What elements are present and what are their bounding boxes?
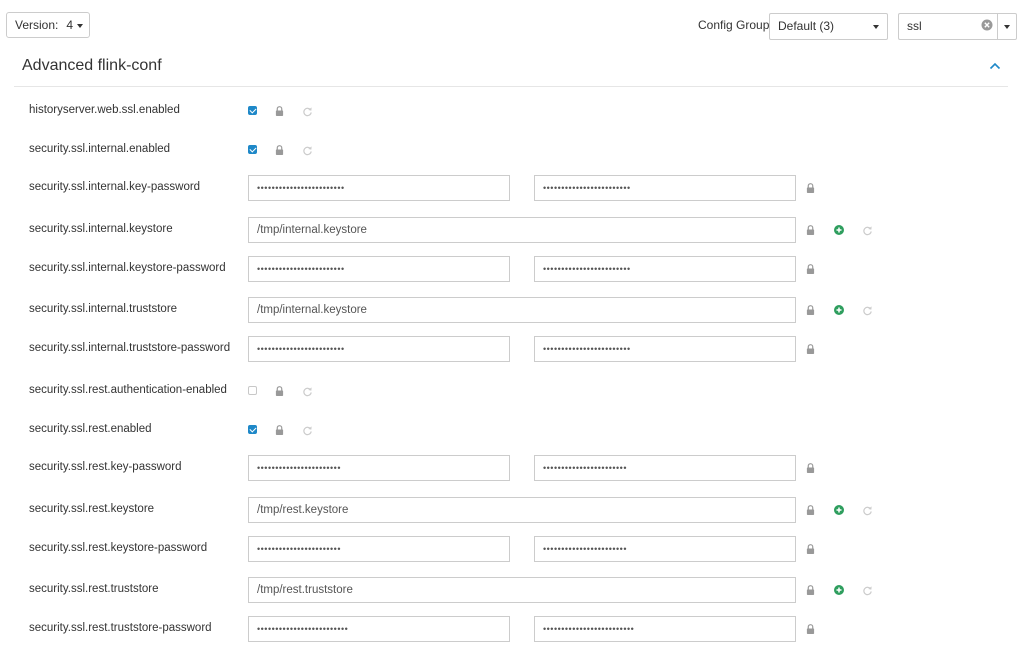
password-input[interactable]: ••••••••••••••••••••••• <box>248 455 510 481</box>
lock-icon[interactable] <box>806 225 815 235</box>
password-confirm-input[interactable]: •••••••••••••••••••••••• <box>534 256 796 282</box>
undo-icon[interactable] <box>302 425 313 436</box>
config-group-label: Config Group <box>698 18 770 32</box>
password-confirm-input[interactable]: ••••••••••••••••••••••• <box>534 536 796 562</box>
password-input[interactable]: ••••••••••••••••••••••• <box>248 536 510 562</box>
toolbar: Version: 4 Config Group Default (3) ssl <box>0 0 1024 50</box>
filter-value: ssl <box>907 19 922 33</box>
property-checkbox[interactable] <box>248 386 257 395</box>
undo-icon[interactable] <box>302 106 313 117</box>
property-name: security.ssl.rest.key-password <box>29 461 182 473</box>
undo-icon[interactable] <box>302 145 313 156</box>
password-confirm-input[interactable]: ••••••••••••••••••••••• <box>534 455 796 481</box>
property-value-input[interactable]: /tmp/rest.keystore <box>248 497 796 523</box>
plus-circle-icon[interactable] <box>834 225 844 235</box>
caret-down-icon <box>77 23 84 28</box>
caret-down-icon <box>873 25 879 29</box>
version-label: Version: <box>15 18 59 32</box>
property-name: security.ssl.internal.truststore-passwor… <box>29 342 231 354</box>
version-dropdown[interactable]: Version: 4 <box>6 12 90 38</box>
property-name: security.ssl.rest.truststore-password <box>29 622 212 634</box>
panel-title: Advanced flink-conf <box>22 57 162 74</box>
lock-icon[interactable] <box>275 386 284 396</box>
undo-icon[interactable] <box>862 305 873 316</box>
property-checkbox[interactable] <box>248 425 257 434</box>
property-checkbox[interactable] <box>248 145 257 154</box>
undo-icon[interactable] <box>302 386 313 397</box>
lock-icon[interactable] <box>806 305 815 315</box>
clear-icon[interactable] <box>981 19 993 31</box>
property-name: security.ssl.rest.authentication-enabled <box>29 384 227 396</box>
property-name: security.ssl.rest.keystore <box>29 503 155 515</box>
lock-icon[interactable] <box>806 264 815 274</box>
config-group-value: Default (3) <box>778 19 835 33</box>
password-input[interactable]: •••••••••••••••••••••••• <box>248 336 510 362</box>
password-input[interactable]: •••••••••••••••••••••••• <box>248 175 510 201</box>
property-value-input[interactable]: /tmp/internal.keystore <box>248 217 796 243</box>
plus-circle-icon[interactable] <box>834 305 844 315</box>
plus-circle-icon[interactable] <box>834 585 844 595</box>
property-name: security.ssl.internal.keystore <box>29 223 173 235</box>
property-name: security.ssl.internal.keystore-password <box>29 262 226 274</box>
password-input[interactable]: ••••••••••••••••••••••••• <box>248 616 510 642</box>
panel-divider <box>14 86 1008 87</box>
property-checkbox[interactable] <box>248 106 257 115</box>
password-input[interactable]: •••••••••••••••••••••••• <box>248 256 510 282</box>
property-name: security.ssl.rest.truststore <box>29 583 159 595</box>
password-confirm-input[interactable]: •••••••••••••••••••••••• <box>534 336 796 362</box>
filter-dropdown-button[interactable] <box>997 13 1017 40</box>
version-value: 4 <box>66 18 74 32</box>
property-name: historyserver.web.ssl.enabled <box>29 104 180 116</box>
chevron-up-icon[interactable] <box>989 62 1001 70</box>
password-confirm-input[interactable]: •••••••••••••••••••••••• <box>534 175 796 201</box>
property-name: security.ssl.rest.enabled <box>29 423 152 435</box>
lock-icon[interactable] <box>806 624 815 634</box>
plus-circle-icon[interactable] <box>834 505 844 515</box>
lock-icon[interactable] <box>806 585 815 595</box>
property-name: security.ssl.internal.enabled <box>29 143 171 155</box>
property-value-input[interactable]: /tmp/internal.keystore <box>248 297 796 323</box>
lock-icon[interactable] <box>275 106 284 116</box>
password-confirm-input[interactable]: ••••••••••••••••••••••••• <box>534 616 796 642</box>
caret-down-icon <box>1004 25 1010 29</box>
property-name: security.ssl.rest.keystore-password <box>29 542 208 554</box>
property-name: security.ssl.internal.truststore <box>29 303 178 315</box>
lock-icon[interactable] <box>275 145 284 155</box>
property-value-input[interactable]: /tmp/rest.truststore <box>248 577 796 603</box>
lock-icon[interactable] <box>806 344 815 354</box>
config-group-select[interactable]: Default (3) <box>769 13 888 40</box>
lock-icon[interactable] <box>806 544 815 554</box>
lock-icon[interactable] <box>806 505 815 515</box>
undo-icon[interactable] <box>862 505 873 516</box>
undo-icon[interactable] <box>862 225 873 236</box>
lock-icon[interactable] <box>275 425 284 435</box>
undo-icon[interactable] <box>862 585 873 596</box>
lock-icon[interactable] <box>806 463 815 473</box>
property-name: security.ssl.internal.key-password <box>29 181 201 193</box>
lock-icon[interactable] <box>806 183 815 193</box>
